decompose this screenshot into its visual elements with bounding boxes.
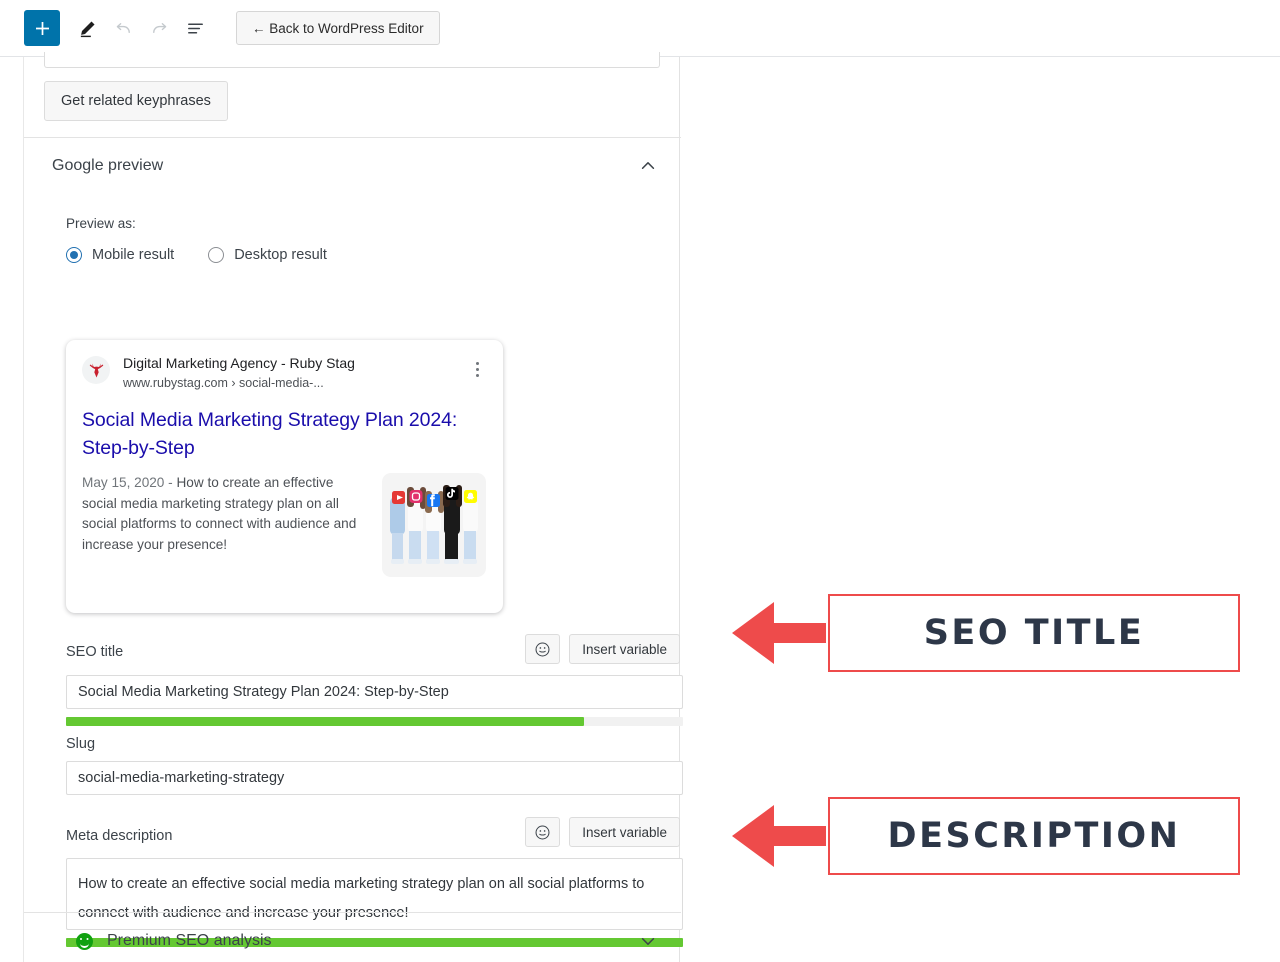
google-result-preview-card: Digital Marketing Agency - Ruby Stag www… <box>66 340 503 613</box>
preview-url: www.rubystag.com › social-media-... <box>123 376 324 390</box>
get-related-keyphrases-button[interactable]: Get related keyphrases <box>44 81 228 121</box>
yoast-seo-sidebar-panel: Get related keyphrases Google preview Pr… <box>23 52 683 962</box>
redo-arrow-icon <box>152 22 166 33</box>
three-dots-vertical-icon[interactable] <box>467 362 487 377</box>
meta-description-insert-variable-button[interactable]: Insert variable <box>569 817 680 847</box>
meta-description-label: Meta description <box>66 828 173 844</box>
left-arrow-icon <box>732 805 826 867</box>
seo-title-progress-bar <box>66 717 683 726</box>
stag-head-glyph-icon <box>89 363 103 377</box>
premium-seo-analysis-label: Premium SEO analysis <box>107 932 272 949</box>
seo-title-input[interactable]: Social Media Marketing Strategy Plan 202… <box>66 675 683 709</box>
preview-as-radio-group: Mobile result Desktop result <box>66 247 327 263</box>
preview-date-separator: - <box>168 475 173 490</box>
preview-description-block: May 15, 2020 - How to create an effectiv… <box>82 473 370 577</box>
meta-description-actions: Insert variable <box>525 817 680 847</box>
smiley-glyph-icon <box>535 825 550 839</box>
google-preview-title: Google preview <box>52 157 164 174</box>
radio-mobile-result[interactable]: Mobile result <box>66 247 174 263</box>
smiley-face-icon[interactable] <box>525 634 561 664</box>
keyphrase-input-cutoff[interactable] <box>44 52 660 68</box>
seo-title-actions: Insert variable <box>525 634 680 664</box>
chevron-down-icon[interactable] <box>639 932 657 950</box>
seo-title-label: SEO title <box>66 644 124 660</box>
screenshot-root: ← Back to WordPress Editor Get related k… <box>0 0 1280 962</box>
annotation-description: DESCRIPTION <box>730 797 1240 875</box>
slug-input[interactable]: social-media-marketing-strategy <box>66 761 683 795</box>
annotation-description-box: DESCRIPTION <box>828 797 1240 875</box>
add-block-button[interactable] <box>24 10 60 46</box>
green-smiley-icon <box>76 932 93 950</box>
undo-button[interactable] <box>105 10 141 46</box>
chevron-up-icon[interactable] <box>639 157 657 175</box>
radio-dot-mobile[interactable] <box>66 247 82 263</box>
radio-label-mobile: Mobile result <box>92 247 175 263</box>
redo-button[interactable] <box>141 10 177 46</box>
annotation-seo-title-box: SEO TITLE <box>828 594 1240 672</box>
seo-title-progress-fill <box>66 717 585 726</box>
preview-site-name: Digital Marketing Agency - Ruby Stag <box>123 355 355 371</box>
five-people-social-icons-illustration <box>382 473 486 577</box>
preview-as-label: Preview as: <box>66 216 136 231</box>
preview-body: May 15, 2020 - How to create an effectiv… <box>82 473 487 577</box>
smiley-face-icon[interactable] <box>525 817 561 847</box>
document-outline-icon <box>187 22 203 34</box>
plus-icon <box>35 21 49 35</box>
preview-title-link[interactable]: Social Media Marketing Strategy Plan 202… <box>82 406 487 462</box>
preview-card-header: Digital Marketing Agency - Ruby Stag www… <box>82 354 487 392</box>
slug-label: Slug <box>66 736 96 752</box>
radio-desktop-result[interactable]: Desktop result <box>208 247 327 263</box>
seo-title-insert-variable-button[interactable]: Insert variable <box>569 634 680 664</box>
annotation-description-text: DESCRIPTION <box>887 816 1181 856</box>
radio-label-desktop: Desktop result <box>234 247 327 263</box>
annotation-seo-title-text: SEO TITLE <box>923 613 1145 653</box>
smiley-glyph-icon <box>535 642 550 656</box>
editor-toolbar: ← Back to WordPress Editor <box>0 0 1280 57</box>
back-to-wordpress-editor-button[interactable]: ← Back to WordPress Editor <box>236 11 440 45</box>
annotation-seo-title: SEO TITLE <box>730 594 1240 672</box>
ruby-stag-logo-icon <box>82 356 110 384</box>
edit-mode-button[interactable] <box>69 10 105 46</box>
premium-seo-analysis-header[interactable]: Premium SEO analysis <box>24 913 681 962</box>
undo-arrow-icon <box>116 22 130 33</box>
preview-date: May 15, 2020 <box>82 475 165 490</box>
left-arrow-icon <box>732 602 826 664</box>
google-preview-section-header[interactable]: Google preview <box>24 138 681 194</box>
document-outline-button[interactable] <box>177 10 213 46</box>
preview-thumbnail-image <box>382 473 486 577</box>
radio-dot-desktop[interactable] <box>208 247 225 263</box>
pencil-icon <box>80 20 95 37</box>
